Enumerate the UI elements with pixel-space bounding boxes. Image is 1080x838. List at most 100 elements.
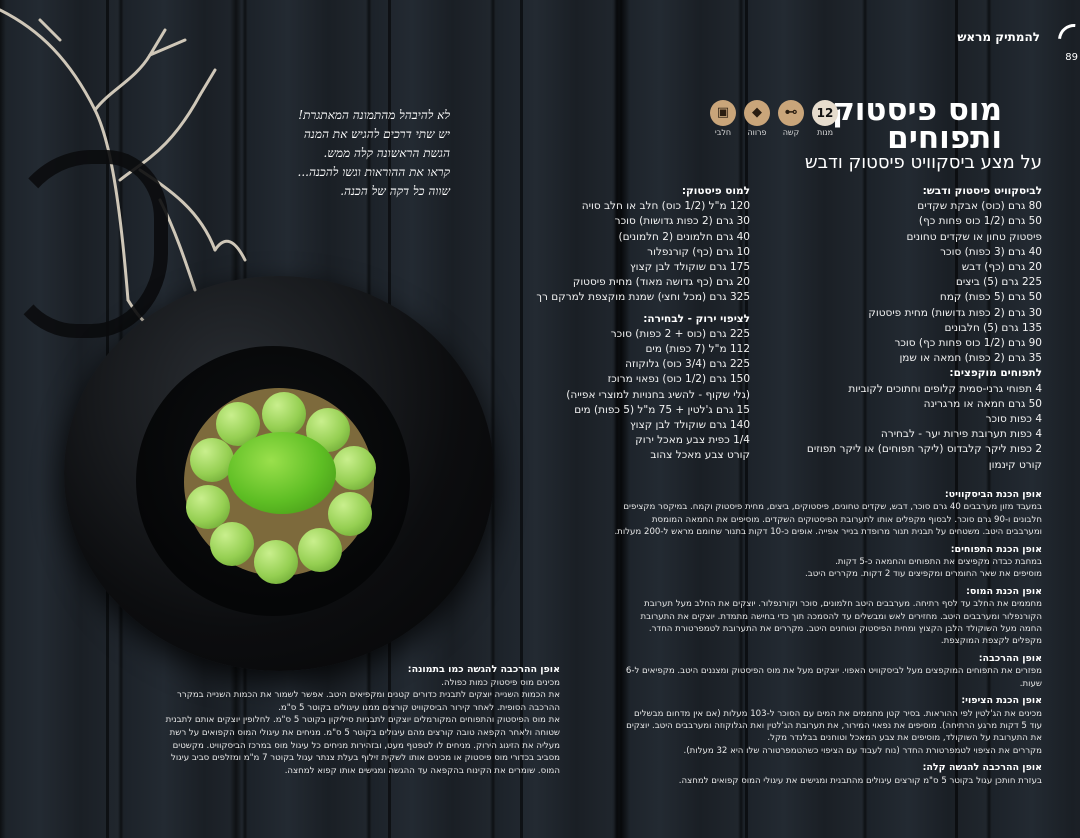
ingredient-item: 112 מ"ל (7 כפות) מים [645,343,750,356]
step-line: במחבת כבדה מקפיצים את התפוחים והחמאה כ-5… [835,557,1042,568]
ingredient-item: 2 כפות ליקר קלבדוס (ליקר תפוחים) או ליקר… [806,443,1042,456]
ingredient-item: 225 גרם (כוס + 2 כפות) סוכר [610,327,750,340]
badge-label: מנות [816,128,834,137]
fish-icon: ◆ [744,100,770,126]
step-line: הקורנפלור ומערבבים היטב. מחזירים לאש ומב… [640,611,1042,622]
ingredient-item: 15 גרם ג'לטין + 75 מ"ל (5 כפות) מים [574,403,750,416]
step-line: מקררים את הציפוי לטמפרטורת החדר (נוח לעב… [683,745,1042,756]
step-heading: אופן ההרכבה להגשה קלה: [922,762,1042,774]
serving-line: את הכמות השנייה יוצקים לתבנית כדורים קטנ… [177,690,560,701]
ingredient-item: 20 גרם (כף גדושה מאוד) מחית פיסטוק [572,276,750,289]
badge-label: פרווה [747,128,767,137]
magazine-spread: להמתיק מראש 89 מוס פיסטוק ותפוחים על מצע… [0,0,1080,838]
ingredient-item: 4 כפות תערובת פירות יער - לבחירה [880,428,1042,441]
mousse-ball [298,528,342,572]
badge-parve: ◆ פרווה [742,100,772,137]
handwritten-quote: לא להיבהל מהתמונה המאתגרת! יש שתי דרכים … [250,106,450,201]
step-line: את התערובת על השוקולד, מוסיפים את צבע המ… [767,733,1042,744]
ingredient-item: (גלי שקוף - להשיג בחנויות למוצרי אפייה) [566,388,750,401]
badge-dairy: ▣ חלבי [708,100,738,137]
badge-label: קשה [782,128,800,137]
step-line: ומערבבים היטב. משטחים על תבנית תנור מרופ… [614,527,1042,538]
ingredient-item: 30 גרם (2 כפות גדושות) מחית פיסטוק [868,306,1042,319]
ingredient-item: 40 גרם (3 כפות) סוכר [940,245,1042,258]
badge-label: חלבי [714,128,732,137]
ingredient-item: 120 מ"ל (1/2 כוס) חלב או חלב סויה [581,200,750,213]
ingredient-item: 35 גרם (2 כפות) חמאה או שמן [899,352,1042,365]
ingredients-biscuit-apples: לביסקוויט פיסטוק ודבש: 80 גרם (כוס) אבקת… [806,184,1042,473]
recipe-subtitle: על מצע ביסקוויט פיסטוק ודבש [804,152,1042,173]
ingredient-heading: למוס פיסטוק: [681,185,750,197]
ingredient-item: 40 גרם חלמונים (2 חלמונים) [618,230,750,243]
step-line: מפזרים את התפוחים המוקפצים מעל לביסקוויט… [625,666,1042,689]
ingredient-item: פיסטוק טחון או שקדים טחונים [906,230,1042,243]
recipe-badges: ▣ חלבי ◆ פרווה ⊷ קשה 12 מנות [708,100,840,137]
section-label: להמתיק מראש [957,30,1040,44]
badge-servings: 12 מנות [810,100,840,137]
serving-line: ההרכבה הסופית. לאחר קירור הביסקוויט קורצ… [278,702,560,713]
ingredient-item: 4 תפוחי גרני-סמית קלופים וחתוכים לקוביות [848,382,1042,395]
time-icon: 12 [812,100,838,126]
page-number: 89 [1065,52,1078,63]
step-line: מקפלים לקצפת המוקצפת. [940,636,1042,647]
serving-heading: אופן ההרכבה להגשה כמו בתמונה: [407,664,560,675]
serving-instructions: אופן ההרכבה להגשה כמו בתמונה: מכינים מוס… [0,664,560,777]
serving-line: שטוחה ולאחר הקפאה טובה קורצים מהם עיגולי… [169,727,560,738]
step-line: בעזרת חותכן עגול בקוטר 5 ס"מ קורצים עיגו… [678,775,1042,786]
quote-line: לא להיבהל מהתמונה המאתגרת! [298,108,450,122]
quote-line: הגשת הראשונה קלה ממש. [323,146,450,160]
ingredient-item: 30 גרם (2 כפות גדושות) סוכר [614,215,750,228]
step-line: מוסיפים את שאר החומרים ומקפיצים עוד 2 דק… [805,569,1042,580]
quote-line: יש שתי דרכים להגיש את המנה [303,127,450,141]
ingredient-item: 10 גרם (כף) קורנפלור [647,245,750,258]
ingredient-item: 150 גרם (1/2 כוס) נפאוי מרוכז [607,373,750,386]
ingredient-item: 225 גרם (5) ביצים [955,276,1042,289]
serving-line: מעליה את הזיגוג הירוק. מניחים לו לטפטף מ… [172,740,560,751]
ingredient-item: 50 גרם חמאה או מרגרינה [923,397,1042,410]
ingredient-item: 50 גרם (5 כפות) קמח [939,291,1042,304]
ingredients-mousse-glaze: למוס פיסטוק: 120 מ"ל (1/2 כוס) חלב או חל… [536,184,750,464]
step-heading: אופן הכנת התפוחים: [950,543,1042,555]
ingredient-item: 325 גרם (מכל וחצי) שמנת מוקצפת למרקם רך [536,291,750,304]
step-line: החמה מעל השוקולד הלבן הקצוץ ומחית הפיסטו… [648,624,1042,635]
step-line: מחממים את החלב עד לסף רתיחה. מערבבים היט… [644,599,1042,610]
ingredient-item: 20 גרם (כף) דבש [961,261,1042,274]
ingredient-item: 50 גרם (1/2 כוס פחות כף) [918,215,1042,228]
method-steps: אופן הכנת הביסקוויט: במעבד מזון מערבבים … [602,484,1042,787]
ingredient-item: 135 גרם (5) חלבונים [944,321,1042,334]
step-line: עוד 5 דקות מרגע הרתיחה). מוסיפים את נפאו… [626,720,1042,731]
step-line: חלבונים ו-90 גרם סוכר. לבסוף מקפלים אותו… [651,514,1042,525]
ingredient-item: 80 גרם (כוס) אבקת שקדים [917,200,1042,213]
mousse-ball [262,392,306,436]
ingredient-item: קורט צבע מאכל צהוב [650,449,750,462]
ingredient-heading: לתפוחים מוקפצים: [949,367,1042,380]
mousse-ball [210,522,254,566]
badge-difficulty: ⊷ קשה [776,100,806,137]
mousse-ball [332,446,376,490]
mousse-ball [328,492,372,536]
ingredient-item: 140 גרם שוקולד לבן קצוץ [629,419,750,432]
ingredient-item: קורט קינמון [988,458,1042,471]
step-heading: אופן הכנת המוס: [966,585,1042,597]
ingredient-heading: לציפוי ירוק - לבחירה: [643,312,750,325]
ingredient-item: 175 גרם שוקולד לבן קצוץ [629,261,750,274]
step-heading: אופן ההרכבה: [978,652,1042,664]
difficulty-icon: ⊷ [778,100,804,126]
serving-line: את מוס הפיסטוק והתפוחים המקורמלים יוצקים… [165,715,560,726]
serving-line: המוס. שומרים את הקינוח בהקפאה עד ההגשה ו… [284,765,560,776]
serving-line: מסביב בכדורי מוס פיסטוק או מכינים אותו ל… [171,753,560,764]
dairy-icon: ▣ [710,100,736,126]
step-line: במעבד מזון מערבבים 40 גרם סוכר, דבש, שקד… [623,502,1042,513]
step-heading: אופן הכנת הביסקוויט: [944,489,1042,500]
quote-line: שווה כל דקה של הכנה. [340,184,450,198]
mousse-ball [254,540,298,584]
green-glazed-mousse [228,432,336,514]
ingredient-item: 90 גרם (1/2 כוס פחות כף) סוכר [894,337,1042,350]
ingredient-heading: לביסקוויט פיסטוק ודבש: [922,185,1042,197]
ingredient-item: 225 גרם (3/4 כוס) גלוקוזה [625,358,750,371]
step-line: מכינים את הג'לטין לפי ההוראות. בסיר קטן … [634,708,1042,719]
serving-line: מכינים מוס פיסטוק כמות כפולה. [441,677,560,688]
ingredient-item: 4 כפות סוכר [985,413,1042,426]
step-heading: אופן הכנת הציפוי: [961,695,1042,707]
ingredient-item: 1/4 כפית צבע מאכל ירוק [635,434,750,447]
